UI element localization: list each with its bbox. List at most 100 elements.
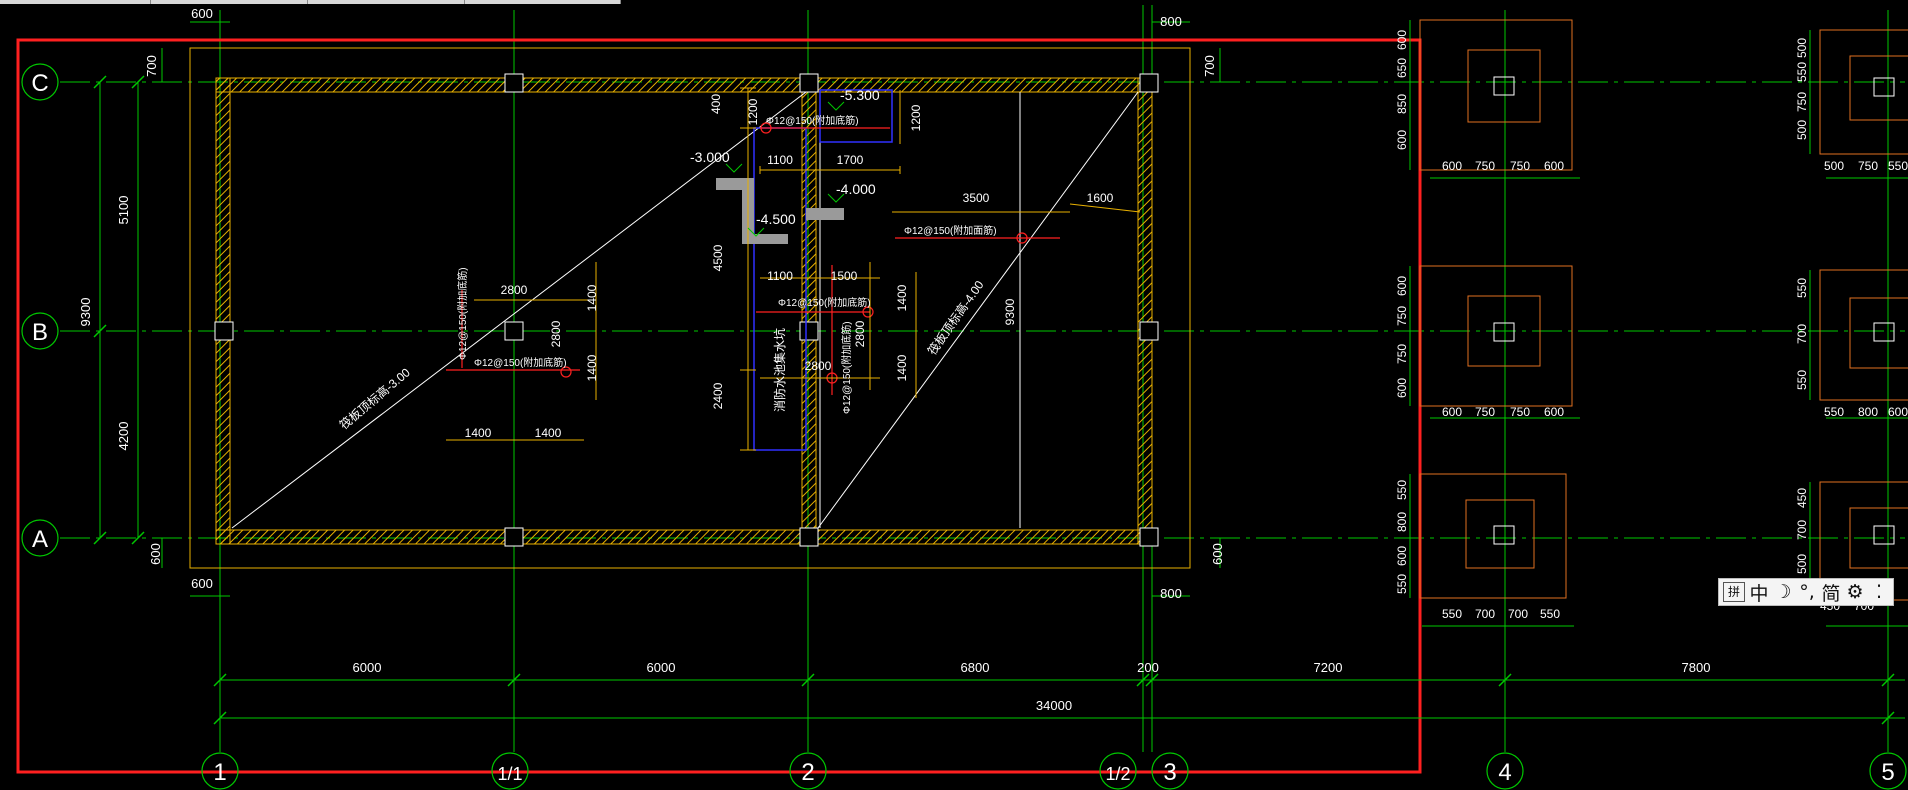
dim-inner-2800d: 2800 <box>805 359 832 373</box>
dim-inner-1400c: 1400 <box>465 426 492 440</box>
dim-inner-1500: 1500 <box>831 269 858 283</box>
grid-label-1: 1 <box>213 759 226 786</box>
ime-toolbar[interactable]: 拼 中 ☽ °, 简 ⚙ ⁚ <box>1718 578 1894 606</box>
dim-edge-600-right: 600 <box>1210 543 1225 565</box>
f3-h1: 700 <box>1475 607 1495 621</box>
grid-label-3: 3 <box>1163 759 1176 786</box>
dim-inner-1200b: 1200 <box>909 104 923 131</box>
f2-v2: 750 <box>1395 344 1409 364</box>
f2-h2: 750 <box>1510 405 1530 419</box>
dim-4200: 4200 <box>116 422 131 451</box>
label-rebar-6: Φ12@150(附加底筋) <box>840 321 853 414</box>
ime-punct-toggle[interactable]: °, <box>1797 581 1817 603</box>
dim-inner-1200a: 1200 <box>746 98 760 125</box>
ime-moon-icon[interactable]: ☽ <box>1773 581 1793 603</box>
label-rebar-3: Φ12@150(附加底筋) <box>778 296 871 309</box>
ime-grip-icon[interactable]: 拼 <box>1723 582 1745 602</box>
f3-v1: 800 <box>1395 512 1409 532</box>
dim-edge-600-top: 600 <box>191 6 213 21</box>
f3-v2: 600 <box>1395 546 1409 566</box>
f1-h0: 600 <box>1442 159 1462 173</box>
plan-annotations: 筏板顶标高-3.00 筏板顶标高-4.00 消防水池集水坑 Φ12@150(附加… <box>336 114 996 432</box>
grid-label-2: 2 <box>801 759 814 786</box>
dim-span-5: 7200 <box>1314 660 1343 675</box>
label-slab-left: 筏板顶标高-3.00 <box>336 364 413 432</box>
dim-inner-3500: 3500 <box>963 191 990 205</box>
ime-gear-icon[interactable]: ⚙ <box>1845 581 1865 603</box>
elevation-4000: -4.000 <box>836 181 876 197</box>
dim-edge-700-right: 700 <box>1202 55 1217 77</box>
f5-v0: 550 <box>1795 278 1809 298</box>
rebar-lines <box>446 122 1060 395</box>
dim-edge-600-bottom: 600 <box>191 576 213 591</box>
grid-lines <box>60 5 1905 752</box>
f1-v2: 850 <box>1395 94 1409 114</box>
f6-v0: 450 <box>1795 488 1809 508</box>
dim-span-6: 7800 <box>1682 660 1711 675</box>
dim-inner-400: 400 <box>709 94 723 114</box>
dim-span-1: 6000 <box>353 660 382 675</box>
dim-inner-1400e: 1400 <box>895 284 909 311</box>
dim-inner-1700: 1700 <box>837 153 864 167</box>
f4-h0: 500 <box>1824 159 1844 173</box>
f1-v0: 600 <box>1395 30 1409 50</box>
dim-edge-600-left: 600 <box>148 543 163 565</box>
label-slab-right: 筏板顶标高-4.00 <box>924 277 987 357</box>
dim-edge-800-top: 800 <box>1160 14 1182 29</box>
dim-9300: 9300 <box>78 298 93 327</box>
dim-inner-9300: 9300 <box>1003 298 1017 325</box>
grid-label-b: B <box>32 319 48 346</box>
f2-h0: 600 <box>1442 405 1462 419</box>
f6-v2: 500 <box>1795 554 1809 574</box>
f5-v1: 700 <box>1795 324 1809 344</box>
f3-h2: 700 <box>1508 607 1528 621</box>
dim-inner-1100a: 1100 <box>767 153 793 167</box>
grid-label-5: 5 <box>1881 759 1894 786</box>
dim-inner-2800c: 2800 <box>853 320 867 347</box>
grid-label-4: 4 <box>1498 759 1511 786</box>
label-rebar-4: Φ12@150(附加底筋) <box>474 356 567 369</box>
f6-v1: 700 <box>1795 520 1809 540</box>
label-rebar-1: Φ12@150(附加底筋) <box>766 114 859 127</box>
inner-dimension-lines <box>446 87 1141 451</box>
label-rebar-5: Φ12@150(附加底筋) <box>456 267 469 360</box>
f5-v2: 550 <box>1795 370 1809 390</box>
f1-h1: 750 <box>1475 159 1495 173</box>
f1-v1: 650 <box>1395 58 1409 78</box>
f1-h3: 600 <box>1544 159 1564 173</box>
dim-span-3: 6800 <box>961 660 990 675</box>
ime-mode-toggle[interactable]: 中 <box>1749 579 1769 606</box>
ime-more-icon[interactable]: ⁚ <box>1869 581 1889 603</box>
f4-v3: 500 <box>1795 120 1809 140</box>
dim-inner-1400b: 1400 <box>585 354 599 381</box>
dim-inner-1400f: 1400 <box>895 354 909 381</box>
raft-outline <box>189 47 1191 569</box>
dim-inner-1600: 1600 <box>1087 191 1114 205</box>
elevation-4500: -4.500 <box>756 211 796 227</box>
f4-h2: 550 <box>1888 159 1908 173</box>
f5-h0: 550 <box>1824 405 1844 419</box>
f1-v3: 600 <box>1395 130 1409 150</box>
f3-v3: 550 <box>1395 574 1409 594</box>
elevation-5300: -5.300 <box>840 87 880 103</box>
f5-h1: 800 <box>1858 405 1878 419</box>
f4-v0: 500 <box>1795 38 1809 58</box>
dim-inner-1400a: 1400 <box>585 284 599 311</box>
ime-simplified-toggle[interactable]: 简 <box>1821 579 1841 606</box>
f3-h3: 550 <box>1540 607 1560 621</box>
f2-h3: 600 <box>1544 405 1564 419</box>
label-rebar-2: Φ12@150(附加面筋) <box>904 224 997 237</box>
cad-model-space[interactable]: C B A 1 1/1 2 1/2 3 4 5 6000 6000 6800 2… <box>0 0 1908 790</box>
f2-h1: 750 <box>1475 405 1495 419</box>
dim-edge-700-left: 700 <box>144 55 159 77</box>
dim-inner-1400d: 1400 <box>535 426 562 440</box>
grid-label-a: A <box>32 526 48 553</box>
dim-inner-2800a: 2800 <box>501 283 528 297</box>
grid-label-1-1: 1/1 <box>497 764 522 784</box>
dim-overall: 34000 <box>1036 698 1072 713</box>
f4-v2: 750 <box>1795 92 1809 112</box>
label-pit: 消防水池集水坑 <box>772 328 787 412</box>
f4-v1: 550 <box>1795 62 1809 82</box>
grid-label-c: C <box>31 70 48 97</box>
inner-dimension-labels: 400 1200 1100 1700 1200 3500 1600 4500 2… <box>465 94 1114 440</box>
